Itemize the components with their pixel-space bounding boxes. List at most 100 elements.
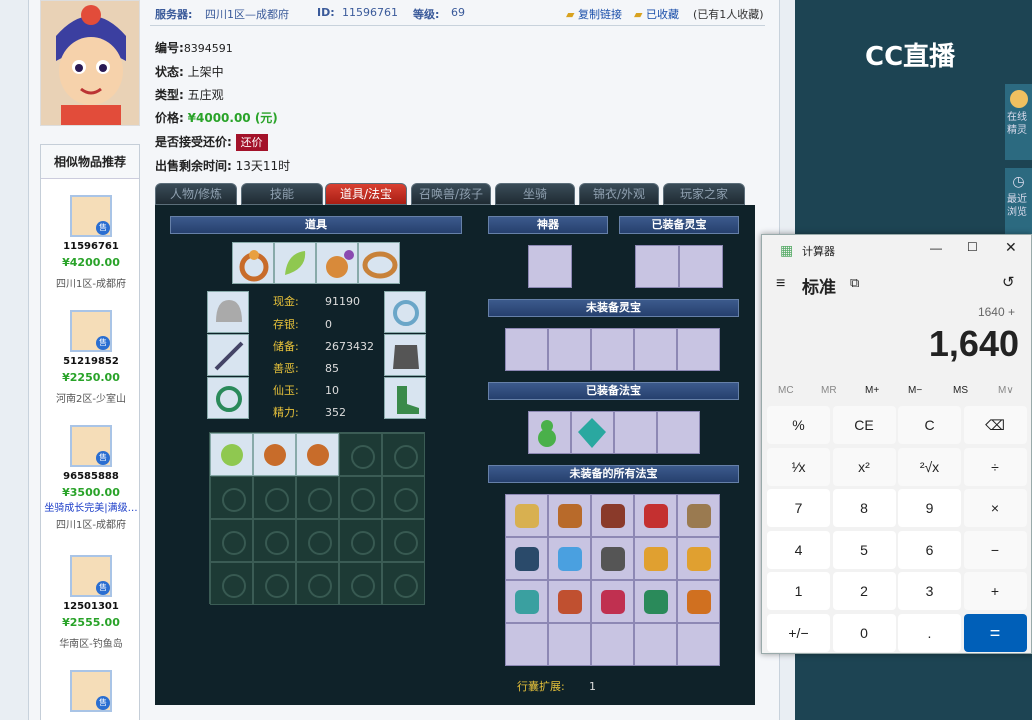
- bag-slot-empty[interactable]: [296, 519, 339, 562]
- shenqi-slot[interactable]: [528, 245, 572, 288]
- equip-slot[interactable]: [232, 242, 274, 284]
- keep-on-top-icon[interactable]: ⧉: [850, 275, 859, 291]
- tab-character[interactable]: 人物/修炼: [155, 183, 237, 205]
- key-backspace-button[interactable]: ⌫: [963, 406, 1027, 444]
- fabao-slot[interactable]: [657, 411, 700, 454]
- mem-subtract-button[interactable]: M−: [908, 385, 922, 396]
- rec-item-note[interactable]: 坐骑成长完美|满级…: [41, 499, 141, 514]
- key-square-button[interactable]: x²: [832, 447, 896, 486]
- mem-recall-button[interactable]: MR: [821, 385, 837, 396]
- fabao-slot[interactable]: [505, 580, 548, 623]
- maximize-button[interactable]: ☐: [967, 240, 978, 254]
- tab-mounts[interactable]: 坐骑: [495, 183, 575, 205]
- bag-slot-empty[interactable]: [382, 433, 425, 476]
- fabao-slot[interactable]: [591, 537, 634, 580]
- bag-slot-empty[interactable]: [382, 476, 425, 519]
- tab-outfits[interactable]: 锦衣/外观: [579, 183, 659, 205]
- fabao-slot[interactable]: [528, 411, 571, 454]
- lingbao-slot[interactable]: [634, 328, 677, 371]
- fabao-slot[interactable]: [677, 623, 720, 666]
- rec-item-icon[interactable]: 售: [70, 195, 112, 237]
- fabao-slot[interactable]: [591, 494, 634, 537]
- rec-item[interactable]: 售 96585888 ¥3500.00 坐骑成长完美|满级… 四川1区-成都府: [41, 425, 141, 531]
- lingbao-slot[interactable]: [635, 245, 679, 288]
- bag-slot[interactable]: [296, 433, 339, 476]
- key-2-button[interactable]: 2: [832, 572, 896, 610]
- equip-slot[interactable]: [207, 377, 249, 419]
- bag-slot-empty[interactable]: [382, 562, 425, 605]
- key-reciprocal-button[interactable]: ¹⁄x: [767, 447, 830, 486]
- key-sqrt-button[interactable]: ²√x: [898, 447, 961, 486]
- recent-browse-button[interactable]: ◷ 最近浏览: [1005, 168, 1032, 234]
- history-icon[interactable]: ↺: [1002, 273, 1015, 291]
- mem-add-button[interactable]: M+: [865, 385, 879, 396]
- tab-items[interactable]: 道具/法宝: [325, 183, 407, 205]
- key-clear-button[interactable]: C: [898, 406, 961, 444]
- bag-slot[interactable]: [253, 433, 296, 476]
- bag-slot-empty[interactable]: [210, 519, 253, 562]
- key-multiply-button[interactable]: ×: [963, 489, 1027, 527]
- fabao-slot[interactable]: [634, 580, 677, 623]
- bag-slot-empty[interactable]: [253, 519, 296, 562]
- fabao-slot[interactable]: [614, 411, 657, 454]
- rec-item[interactable]: 售 51219852 ¥2250.00 河南2区-少室山: [41, 310, 141, 405]
- tab-home[interactable]: 玩家之家: [663, 183, 745, 205]
- lingbao-slot[interactable]: [591, 328, 634, 371]
- equip-slot[interactable]: [316, 242, 358, 284]
- fabao-slot[interactable]: [548, 623, 591, 666]
- fabao-slot[interactable]: [634, 494, 677, 537]
- bag-slot-empty[interactable]: [339, 519, 382, 562]
- bag-slot-empty[interactable]: [253, 562, 296, 605]
- mem-store-button[interactable]: MS: [953, 385, 968, 396]
- fabao-slot[interactable]: [634, 537, 677, 580]
- bag-slot[interactable]: [210, 433, 253, 476]
- bag-slot-empty[interactable]: [210, 562, 253, 605]
- favorite-button[interactable]: ▰ 已收藏: [634, 6, 679, 22]
- key-equals-button[interactable]: =: [963, 613, 1027, 652]
- fabao-slot[interactable]: [548, 537, 591, 580]
- bag-slot-empty[interactable]: [339, 476, 382, 519]
- mem-list-button[interactable]: M∨: [998, 385, 1014, 396]
- key-8-button[interactable]: 8: [832, 489, 896, 527]
- fabao-slot[interactable]: [548, 580, 591, 623]
- lingbao-slot[interactable]: [548, 328, 591, 371]
- key-ce-button[interactable]: CE: [832, 406, 896, 444]
- rec-item[interactable]: 售 11596761 ¥4200.00 四川1区-成都府: [41, 195, 141, 290]
- rec-item-icon[interactable]: 售: [70, 555, 112, 597]
- key-7-button[interactable]: 7: [767, 489, 830, 527]
- fabao-slot[interactable]: [505, 494, 548, 537]
- lingbao-slot[interactable]: [677, 328, 720, 371]
- fabao-slot[interactable]: [634, 623, 677, 666]
- mem-clear-button[interactable]: MC: [778, 385, 794, 396]
- fabao-slot[interactable]: [677, 580, 720, 623]
- equip-slot[interactable]: [207, 334, 249, 376]
- lingbao-slot[interactable]: [679, 245, 723, 288]
- key-decimal-button[interactable]: .: [898, 613, 961, 652]
- fabao-slot[interactable]: [591, 580, 634, 623]
- fabao-slot[interactable]: [505, 623, 548, 666]
- fabao-slot[interactable]: [571, 411, 614, 454]
- lingbao-slot[interactable]: [505, 328, 548, 371]
- equip-slot[interactable]: [384, 334, 426, 376]
- equip-slot[interactable]: [384, 291, 426, 333]
- copy-link-button[interactable]: ▰ 复制链接: [566, 6, 622, 22]
- tab-skills[interactable]: 技能: [241, 183, 323, 205]
- key-plus-button[interactable]: +: [963, 572, 1027, 610]
- key-negate-button[interactable]: +/−: [767, 613, 830, 652]
- online-sprite-button[interactable]: 在线精灵: [1005, 84, 1032, 160]
- rec-item-icon[interactable]: 售: [70, 670, 112, 712]
- close-button[interactable]: ✕: [1005, 239, 1017, 256]
- rec-item[interactable]: 售: [41, 670, 141, 712]
- bag-slot-empty[interactable]: [296, 476, 339, 519]
- fabao-slot[interactable]: [677, 494, 720, 537]
- tab-pets[interactable]: 召唤兽/孩子: [411, 183, 491, 205]
- key-1-button[interactable]: 1: [767, 572, 830, 610]
- bag-slot-empty[interactable]: [253, 476, 296, 519]
- rec-item-icon[interactable]: 售: [70, 310, 112, 352]
- fabao-slot[interactable]: [677, 537, 720, 580]
- key-9-button[interactable]: 9: [898, 489, 961, 527]
- menu-icon[interactable]: ≡: [776, 275, 785, 293]
- key-3-button[interactable]: 3: [898, 572, 961, 610]
- rec-item[interactable]: 售 12501301 ¥2555.00 华南区-钓鱼岛: [41, 555, 141, 650]
- bag-slot-empty[interactable]: [210, 476, 253, 519]
